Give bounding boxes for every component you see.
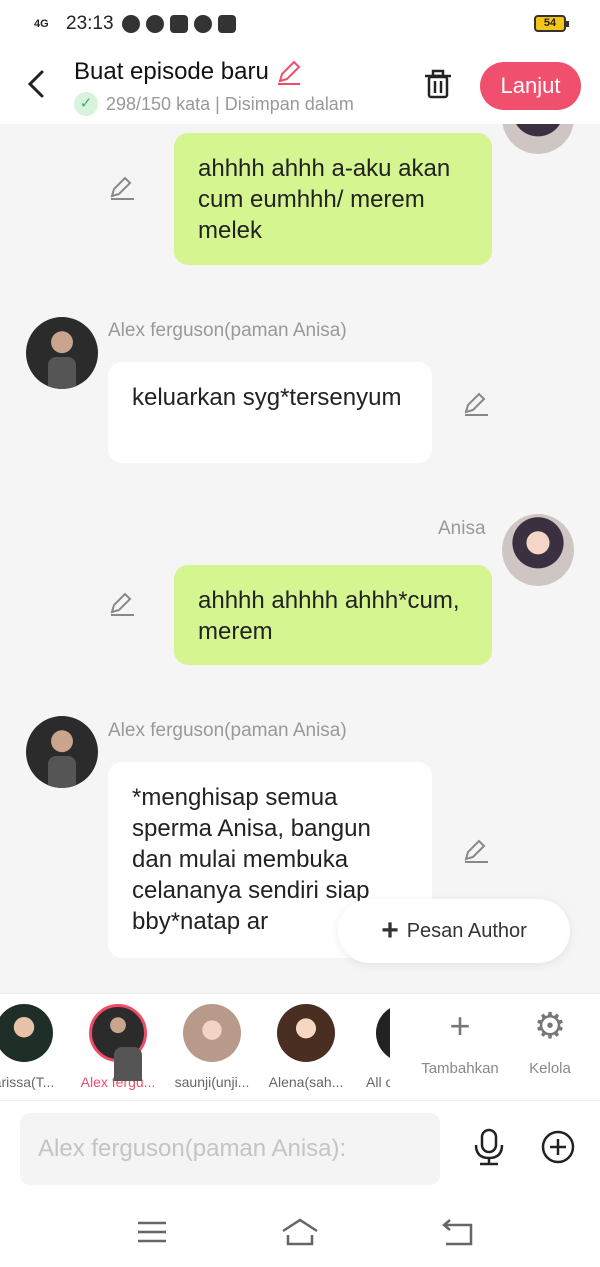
gear-icon: ⚙ <box>533 1005 567 1046</box>
character-avatar <box>0 1004 53 1062</box>
input-bar <box>0 1101 600 1197</box>
character-avatar <box>183 1004 241 1062</box>
menu-icon[interactable] <box>132 1217 172 1247</box>
microphone-icon <box>474 1128 504 1166</box>
microphone-icon <box>217 15 236 33</box>
character-avatar <box>89 1004 147 1081</box>
sender-name: Anisa <box>438 518 486 539</box>
back-button[interactable] <box>22 66 52 102</box>
home-icon[interactable] <box>280 1217 320 1247</box>
voice-input-button[interactable] <box>470 1127 508 1167</box>
edit-message-icon[interactable] <box>462 390 490 418</box>
message-bubble-me[interactable]: ahhhh ahhhh ahhh*cum, merem <box>174 565 492 665</box>
add-character-label: Tambahkan <box>421 1060 499 1077</box>
edit-message-icon[interactable] <box>462 837 490 865</box>
character-item-active[interactable]: Alex fergu... <box>78 1004 158 1090</box>
avatar-anisa[interactable] <box>502 124 574 154</box>
edit-message-icon[interactable] <box>108 590 136 618</box>
avatar-alex[interactable] <box>26 317 98 389</box>
character-item[interactable]: Alena(sah... <box>266 1004 346 1090</box>
author-message-button[interactable]: + Pesan Author <box>338 899 570 963</box>
next-button[interactable]: Lanjut <box>480 62 581 110</box>
header: Buat episode baru ✓ 298/150 kata | Disim… <box>0 48 600 124</box>
word-count: 298/150 kata | Disimpan dalam <box>106 93 354 114</box>
plus-circle-icon <box>541 1130 575 1164</box>
back-nav-icon[interactable] <box>438 1217 478 1247</box>
status-bar: 4G 23:13 54 <box>0 0 600 48</box>
manage-characters-button[interactable]: ⚙ Kelola <box>510 1004 590 1077</box>
sender-name: Alex ferguson(paman Anisa) <box>108 320 347 341</box>
character-label: saunji(unji... <box>174 1074 250 1090</box>
message-bubble-other[interactable]: keluarkan syg*tersenyum <box>108 362 432 463</box>
trash-icon <box>425 69 451 99</box>
manage-characters-label: Kelola <box>529 1060 571 1077</box>
chat-area[interactable]: ahhhh ahhh a-aku akan cum eumhhh/ merem … <box>0 124 600 993</box>
character-label: Alena(sah... <box>268 1074 344 1090</box>
character-label: arissa(T... <box>0 1074 55 1090</box>
character-item[interactable]: arissa(T... <box>0 1004 64 1090</box>
plus-icon: + <box>381 914 399 947</box>
avatar-alex[interactable] <box>26 716 98 788</box>
check-icon: ✓ <box>74 92 98 116</box>
whatsapp-icon <box>193 15 212 33</box>
clock: 23:13 <box>66 13 114 34</box>
character-item[interactable]: saunji(unji... <box>172 1004 252 1090</box>
message-input[interactable] <box>20 1113 440 1185</box>
compass-icon <box>145 15 164 33</box>
pencil-icon[interactable] <box>275 58 303 86</box>
character-label: All c <box>366 1074 390 1090</box>
character-avatar <box>376 1004 390 1062</box>
add-character-button[interactable]: + Tambahkan <box>420 1004 500 1077</box>
character-selector[interactable]: arissa(T... Alex fergu... saunji(unji...… <box>0 993 600 1101</box>
character-item[interactable]: All c <box>352 1004 390 1090</box>
battery-indicator: 54 <box>534 15 569 32</box>
author-message-label: Pesan Author <box>406 919 527 942</box>
system-nav-bar <box>0 1197 600 1267</box>
telegram-icon <box>121 15 140 33</box>
chevron-left-icon <box>27 70 44 98</box>
avatar-anisa[interactable] <box>502 514 574 586</box>
add-attachment-button[interactable] <box>540 1129 576 1165</box>
plus-icon: + <box>449 1005 471 1046</box>
network-indicator: 4G <box>34 18 49 30</box>
message-bubble-me[interactable]: ahhhh ahhh a-aku akan cum eumhhh/ merem … <box>174 133 492 265</box>
sender-name: Alex ferguson(paman Anisa) <box>108 720 347 741</box>
delete-button[interactable] <box>420 66 456 102</box>
save-status: ✓ 298/150 kata | Disimpan dalam <box>74 92 354 116</box>
page-title: Buat episode baru <box>74 58 303 86</box>
character-avatar <box>277 1004 335 1062</box>
edit-message-icon[interactable] <box>108 174 136 202</box>
page-title-text: Buat episode baru <box>74 58 269 85</box>
mail-icon <box>169 15 188 33</box>
notification-icons <box>121 15 236 33</box>
